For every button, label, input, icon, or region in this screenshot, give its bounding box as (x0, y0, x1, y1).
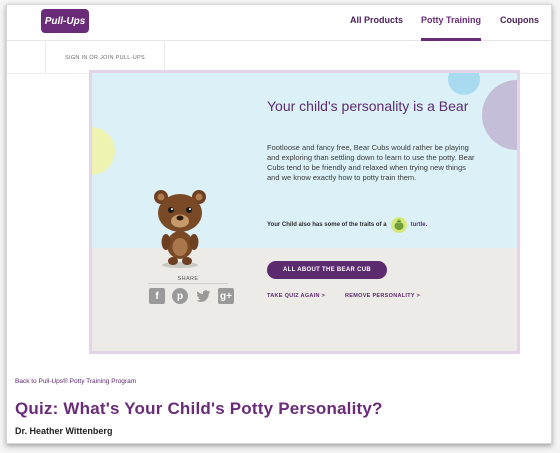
share-divider (148, 283, 228, 284)
facebook-icon[interactable]: f (149, 288, 165, 304)
nav-potty-training[interactable]: Potty Training (421, 15, 481, 25)
remove-personality-link[interactable]: REMOVE PERSONALITY > (345, 293, 420, 299)
browser-frame: Pull-Ups All Products Potty Training Cou… (6, 4, 552, 444)
take-quiz-again-link[interactable]: TAKE QUIZ AGAIN > (267, 293, 325, 299)
traits-text: Your Child also has some of the traits o… (267, 222, 387, 228)
twitter-icon[interactable] (195, 288, 211, 304)
pull-ups-logo[interactable]: Pull-Ups (41, 9, 89, 33)
author-name: Dr. Heather Wittenberg (15, 426, 113, 436)
quiz-result-card: Your child's personality is a Bear Footl… (89, 70, 520, 354)
site-header: Pull-Ups All Products Potty Training Cou… (7, 5, 551, 41)
result-title: Your child's personality is a Bear (267, 98, 469, 114)
traits-line: Your Child also has some of the traits o… (267, 216, 427, 234)
page-title: Quiz: What's Your Child's Potty Personal… (15, 399, 383, 418)
pinterest-icon[interactable]: p (172, 288, 188, 304)
bear-icon (154, 190, 206, 268)
active-nav-indicator (421, 38, 481, 41)
nav-all-products[interactable]: All Products (350, 15, 403, 25)
google-plus-icon[interactable]: g+ (218, 288, 234, 304)
trait-animal-link[interactable]: turtle. (411, 222, 428, 228)
all-about-bear-cub-button[interactable]: ALL ABOUT THE BEAR CUB (267, 261, 387, 279)
result-description: Footloose and fancy free, Bear Cubs woul… (267, 143, 475, 182)
nav-coupons[interactable]: Coupons (500, 15, 539, 25)
turtle-icon[interactable] (390, 216, 408, 234)
back-to-program-link[interactable]: Back to Pull-Ups® Potty Training Program (15, 378, 136, 385)
share-label: SHARE (177, 276, 199, 282)
